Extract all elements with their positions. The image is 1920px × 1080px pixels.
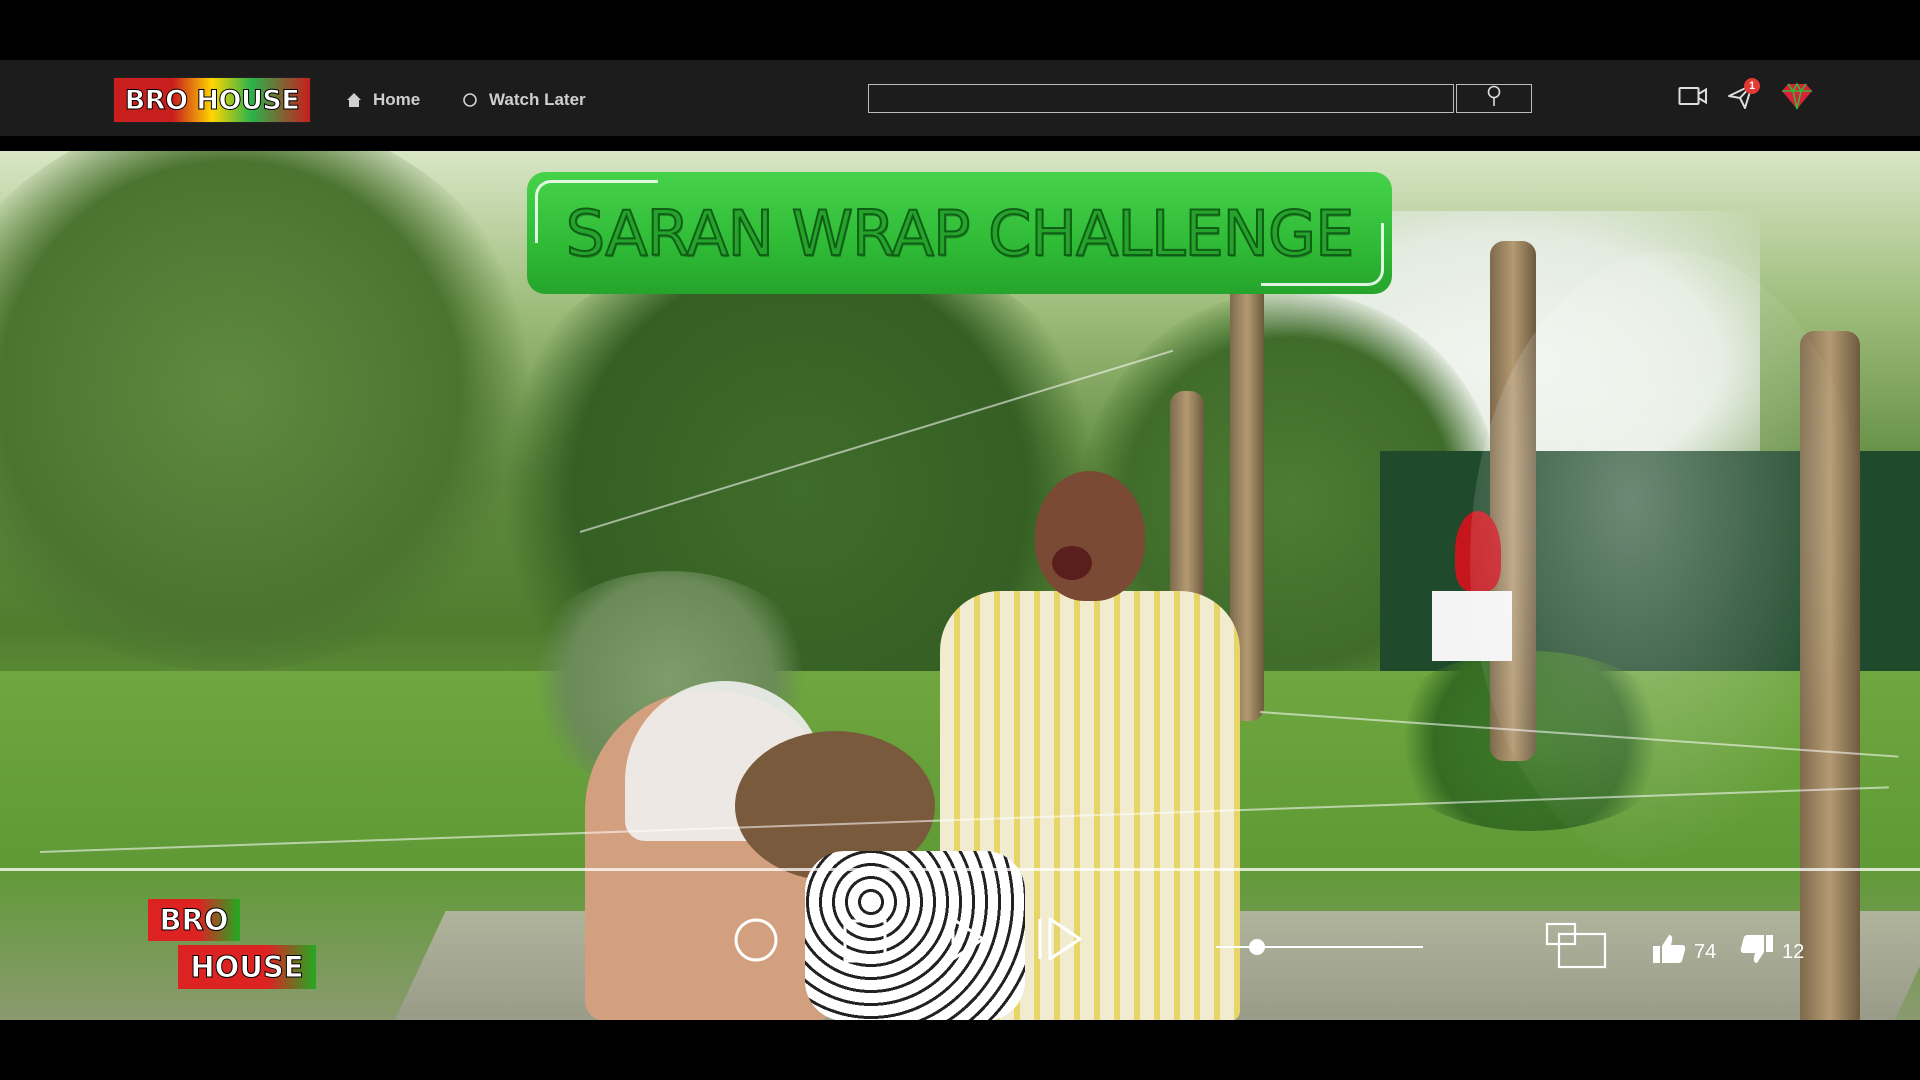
letterbox-top (0, 0, 1920, 60)
video-title: SARAN WRAP CHALLENGE (565, 196, 1356, 271)
picture-in-picture-icon (1545, 922, 1607, 974)
notifications-button[interactable]: 1 (1724, 78, 1760, 115)
scene-people-wrapped (585, 671, 1025, 1020)
play-icon (950, 916, 986, 967)
watermark-line2: HOUSE (178, 945, 316, 989)
search-input[interactable] (868, 84, 1454, 113)
skip-next-button[interactable] (1036, 916, 1084, 967)
record-button[interactable] (733, 917, 779, 968)
top-nav-bar: BRO HOUSE Home Watch Later 1 (0, 60, 1920, 136)
dislike-button[interactable]: 12 (1740, 935, 1804, 969)
home-icon (345, 91, 363, 109)
premium-button[interactable] (1780, 81, 1814, 115)
nav-home-label: Home (373, 90, 421, 109)
gem-icon (1781, 81, 1813, 115)
nav-watch-later[interactable]: Watch Later (461, 88, 586, 112)
watermark-line1: BRO (148, 899, 240, 941)
scene-tree (0, 151, 540, 671)
site-logo[interactable]: BRO HOUSE (113, 77, 311, 123)
video-title-banner: SARAN WRAP CHALLENGE (527, 172, 1392, 294)
picture-in-picture-button[interactable] (1545, 922, 1607, 974)
stop-button[interactable] (843, 919, 887, 968)
stop-icon (843, 919, 887, 968)
play-button[interactable] (950, 916, 986, 967)
letterbox-bottom (0, 1020, 1920, 1080)
nav-home[interactable]: Home (345, 88, 420, 112)
thumbs-up-icon (1652, 933, 1686, 971)
circle-icon (461, 91, 479, 109)
notification-badge: 1 (1744, 78, 1760, 94)
channel-watermark: BRO HOUSE (148, 899, 318, 991)
upload-video-button[interactable] (1676, 81, 1710, 115)
search-button[interactable] (1456, 84, 1532, 113)
thumbs-down-icon (1740, 933, 1774, 971)
nav-watch-later-label: Watch Later (489, 90, 586, 109)
video-camera-icon (1678, 85, 1708, 112)
video-progress-bar[interactable] (0, 868, 1920, 871)
skip-next-icon (1036, 916, 1084, 967)
scene-plastic-wrap (1470, 251, 1870, 871)
volume-slider[interactable] (1216, 946, 1423, 948)
like-button[interactable]: 74 (1652, 935, 1716, 969)
dislike-count: 12 (1782, 940, 1805, 963)
search-icon (1485, 85, 1503, 112)
like-count: 74 (1694, 940, 1717, 963)
record-icon (733, 917, 779, 968)
